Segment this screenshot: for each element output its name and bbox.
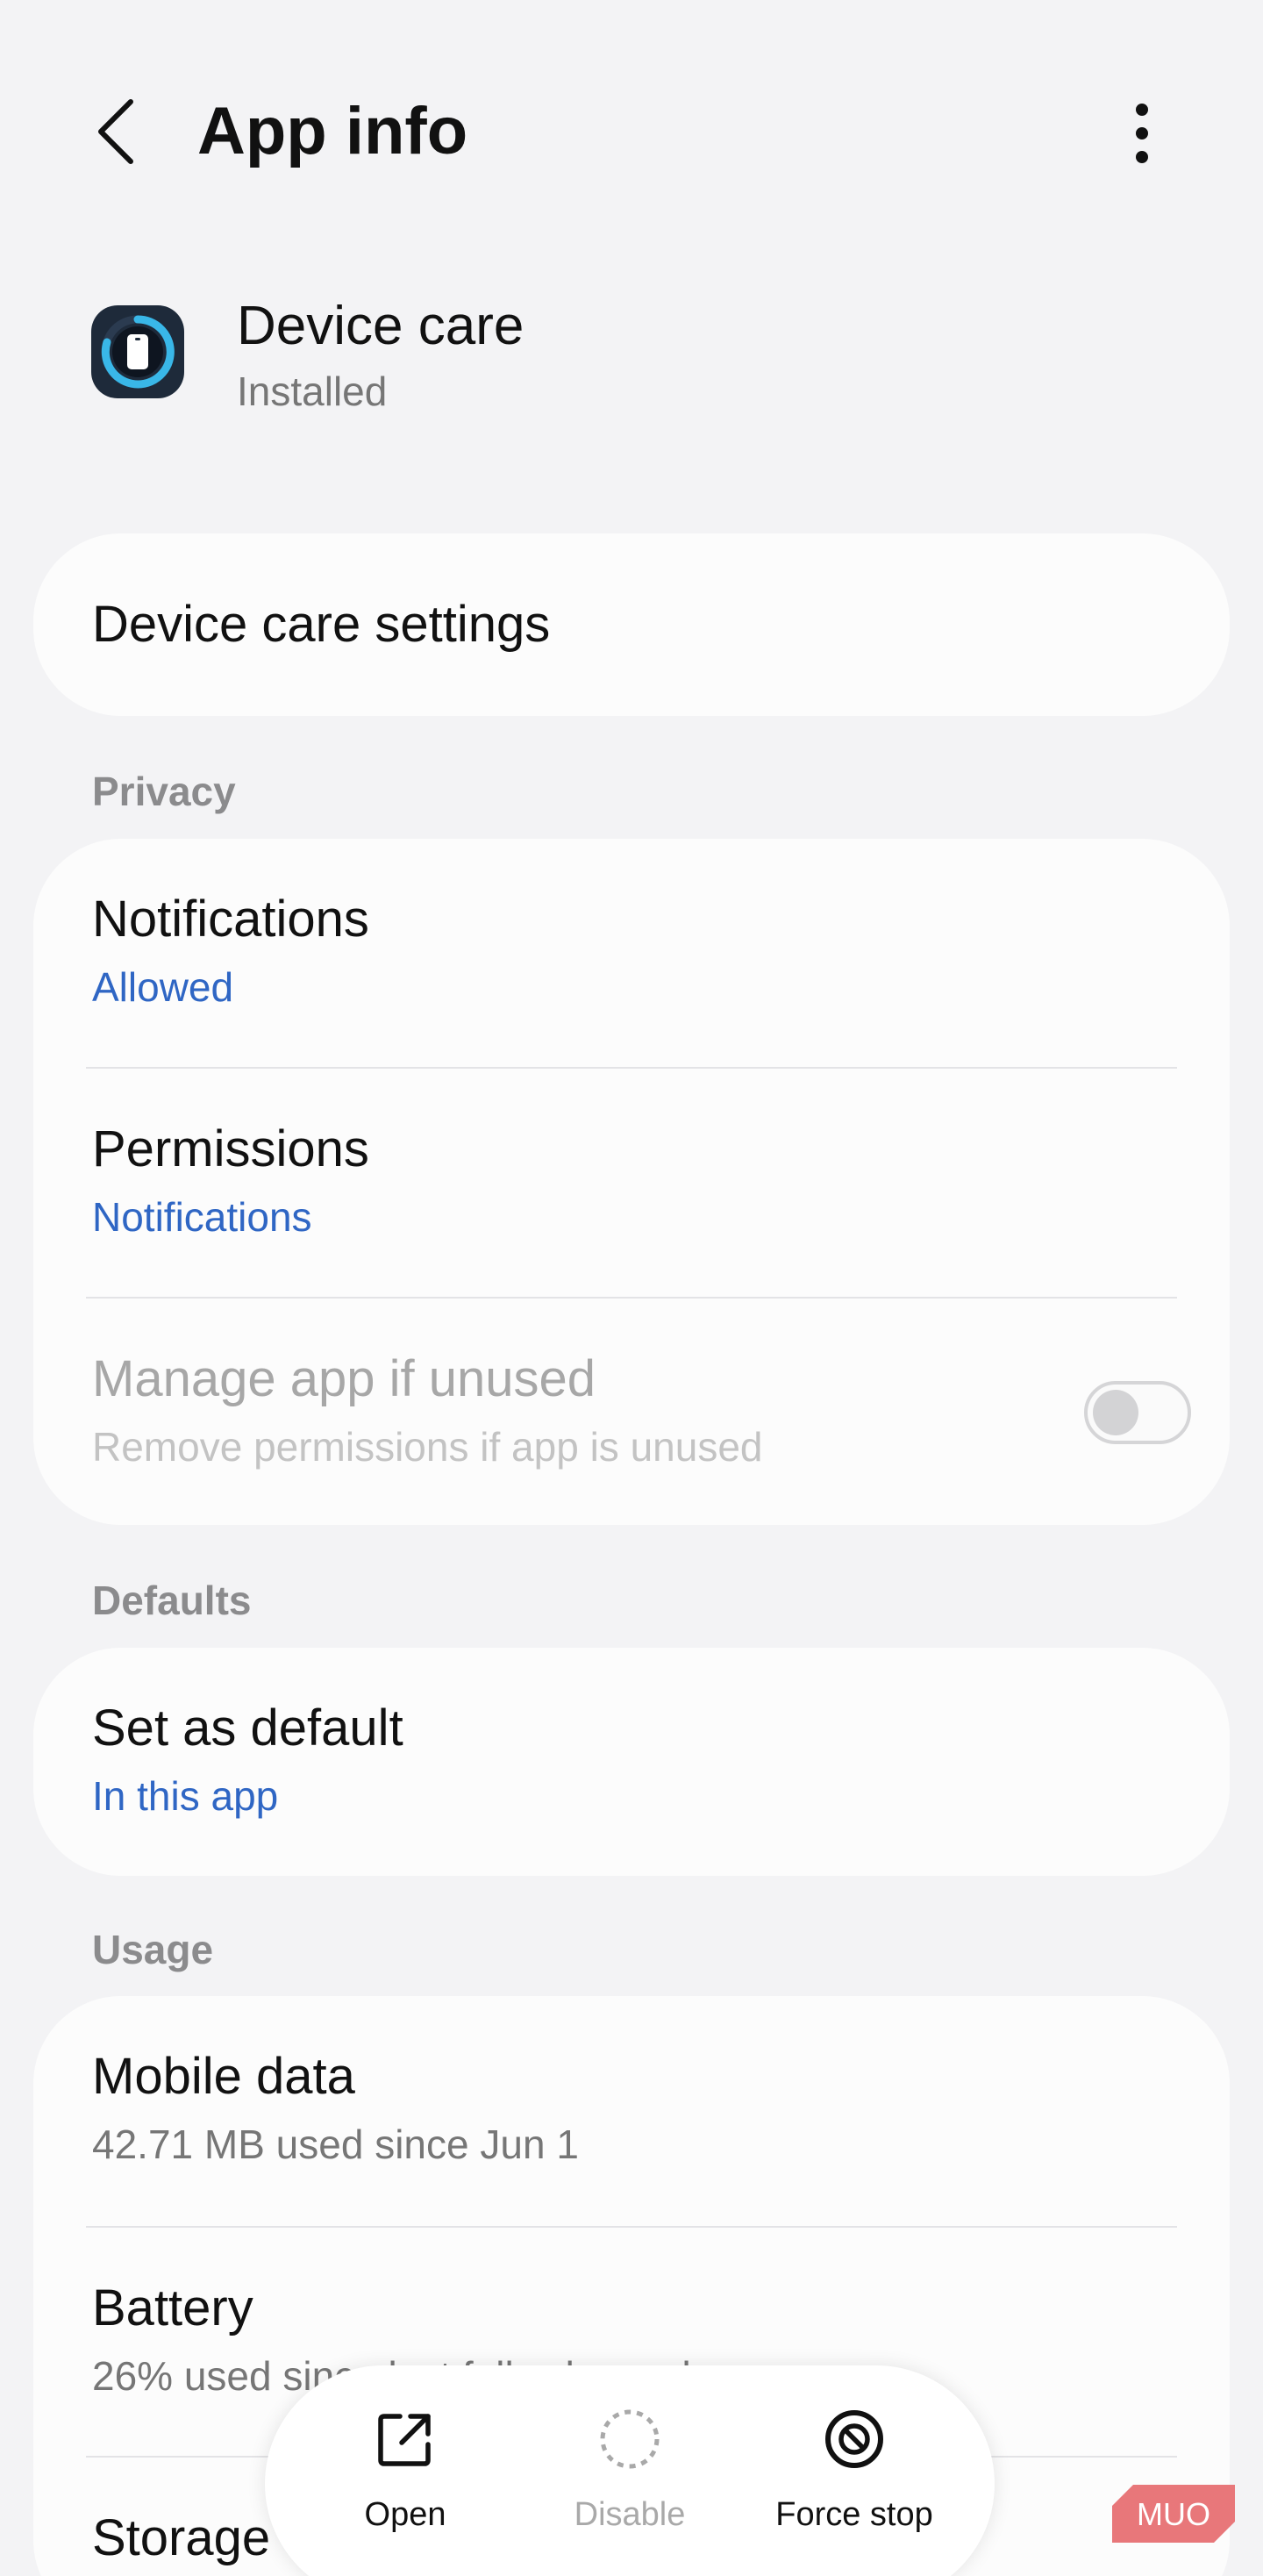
manage-app-if-unused-title: Manage app if unused [92,1350,596,1407]
disable-button[interactable]: Disable [533,2365,726,2576]
manage-app-if-unused-row[interactable]: Manage app if unused Remove permissions … [33,1299,1230,1525]
force-stop-icon [819,2404,889,2474]
app-name: Device care [237,296,524,356]
force-stop-button[interactable]: Force stop [758,2365,951,2576]
svg-text:MUO: MUO [1137,2496,1210,2532]
mobile-data-title: Mobile data [92,2048,355,2105]
more-options-button[interactable] [1114,97,1170,170]
device-care-settings-card[interactable]: Device care settings [33,533,1230,716]
disable-label: Disable [574,2496,686,2533]
page-title: App info [197,94,468,168]
set-as-default-title: Set as default [92,1699,403,1757]
privacy-card: Notifications Allowed Permissions Notifi… [33,839,1230,1525]
section-label-defaults: Defaults [92,1578,252,1623]
toggle-knob [1093,1390,1138,1435]
battery-title: Battery [92,2279,253,2336]
back-button[interactable] [88,95,144,168]
permissions-value: Notifications [92,1194,312,1240]
chevron-left-icon [98,99,133,164]
mobile-data-row[interactable]: Mobile data 42.71 MB used since Jun 1 [33,1996,1230,2226]
open-external-icon [370,2404,440,2474]
force-stop-label: Force stop [775,2496,933,2533]
open-button[interactable]: Open [309,2365,502,2576]
permissions-title: Permissions [92,1120,369,1177]
permissions-row[interactable]: Permissions Notifications [33,1069,1230,1297]
device-care-settings-label: Device care settings [92,596,551,653]
device-care-icon [91,305,184,398]
muo-watermark-logo: MUO [1112,2485,1235,2543]
app-status: Installed [237,369,388,414]
bottom-action-bar: Open Disable Force stop [265,2365,995,2576]
mobile-data-value: 42.71 MB used since Jun 1 [92,2122,579,2167]
more-vertical-icon [1136,104,1148,163]
notifications-title: Notifications [92,891,369,948]
set-as-default-value: In this app [92,1773,279,1819]
manage-app-if-unused-toggle[interactable] [1084,1381,1191,1444]
disable-circle-icon [595,2404,665,2474]
app-info-screen: App info Device care Installed Device ca… [0,0,1263,2576]
set-as-default-row[interactable]: Set as default In this app [33,1648,1230,1876]
defaults-card: Set as default In this app [33,1648,1230,1876]
open-label: Open [364,2496,446,2533]
section-label-usage: Usage [92,1927,214,1972]
storage-title: Storage [92,2509,271,2566]
manage-app-if-unused-description: Remove permissions if app is unused [92,1424,763,1470]
notifications-value: Allowed [92,964,234,1010]
section-label-privacy: Privacy [92,769,236,814]
notifications-row[interactable]: Notifications Allowed [33,839,1230,1067]
